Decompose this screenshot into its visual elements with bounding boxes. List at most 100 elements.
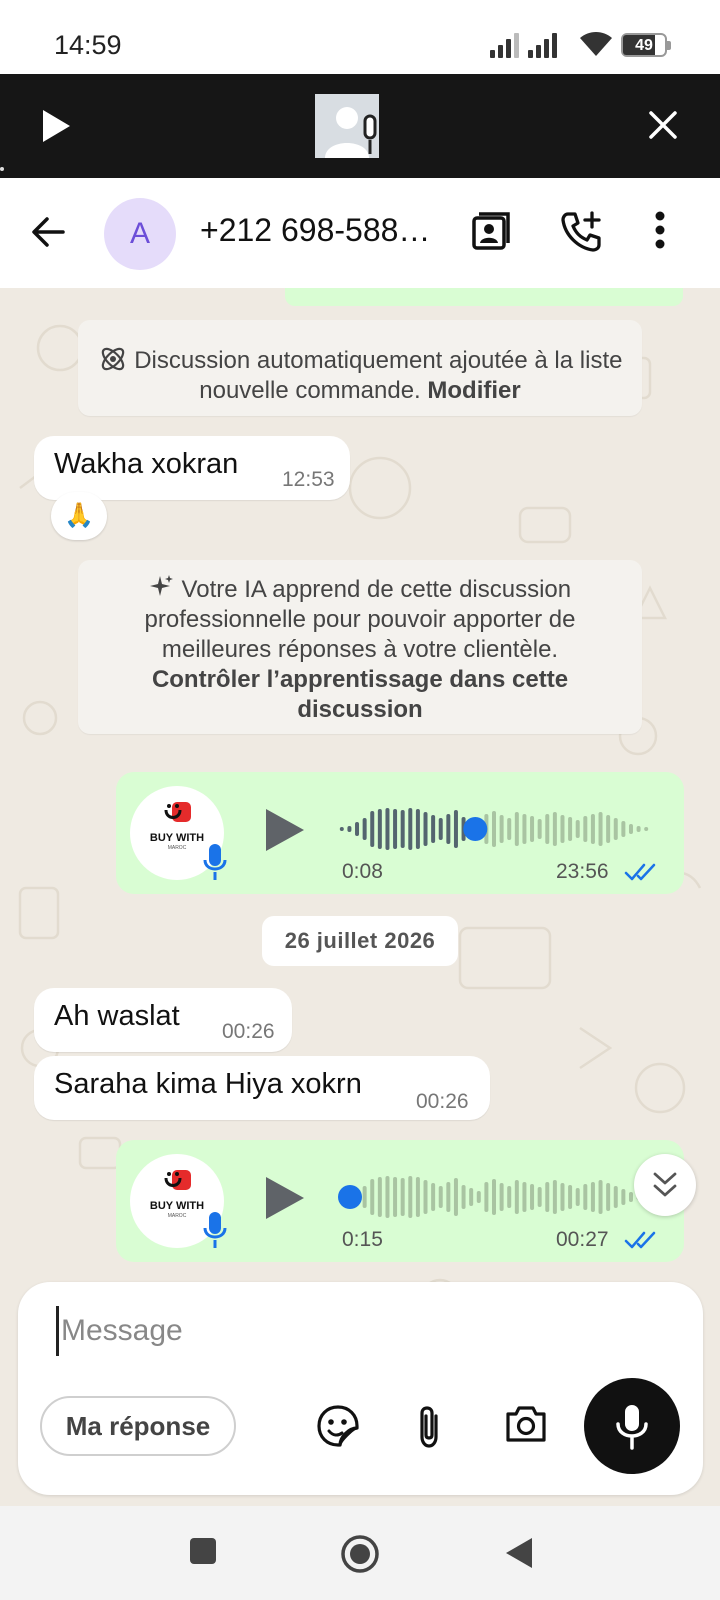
waveform-bar <box>469 1188 474 1206</box>
waveform-bar <box>385 1176 390 1218</box>
add-call-icon[interactable] <box>560 210 604 252</box>
recents-icon[interactable] <box>188 1536 218 1566</box>
waveform-bar <box>568 1185 573 1209</box>
waveform-bar <box>431 815 436 843</box>
message-time: 00:27 <box>556 1228 609 1251</box>
waveform-bar <box>446 1182 451 1212</box>
battery-icon: 49 <box>621 33 671 57</box>
waveform-bar <box>583 816 588 842</box>
learning-control-link[interactable]: Contrôler l’apprentissage dans cette dis… <box>152 666 568 723</box>
message-time: 23:56 <box>556 860 609 883</box>
more-vert-icon[interactable] <box>654 210 666 250</box>
status-time: 14:59 <box>54 30 122 60</box>
play-icon[interactable] <box>40 108 72 144</box>
message-time: 00:26 <box>416 1090 469 1113</box>
system-message-list: Discussion automatiquement ajoutée à la … <box>78 320 642 416</box>
system-message-ai: Votre IA apprend de cette discussion pro… <box>78 560 642 734</box>
waveform-bar <box>347 826 352 832</box>
waveform-bar <box>438 818 443 840</box>
waveform-bar <box>370 811 375 847</box>
record-voice-button[interactable] <box>584 1378 680 1474</box>
signal-icon <box>528 30 557 58</box>
wifi-icon <box>580 32 612 56</box>
outgoing-voice-message[interactable]: BUY WITH MAROC 0:08 23:56 <box>116 772 684 894</box>
waveform-bar <box>522 1182 527 1212</box>
waveform-bar <box>613 1186 618 1208</box>
waveform[interactable] <box>338 1170 650 1224</box>
brand-logo <box>164 802 191 822</box>
scroll-to-bottom-button[interactable] <box>634 1154 696 1216</box>
waveform-bar <box>560 815 565 843</box>
home-icon[interactable] <box>340 1534 380 1574</box>
waveform-bar <box>644 827 649 831</box>
waveform-bar <box>339 827 344 831</box>
outgoing-voice-message[interactable]: BUY WITH MAROC 0:15 00:27 <box>116 1140 684 1262</box>
incoming-message[interactable]: Saraha kima Hiya xokrn 00:26 <box>34 1056 490 1120</box>
quick-reply-button[interactable]: Ma réponse <box>40 1396 236 1456</box>
waveform[interactable] <box>338 802 650 856</box>
waveform-bar <box>423 812 428 846</box>
waveform-bar <box>598 812 603 846</box>
read-receipt-icon <box>624 863 656 881</box>
waveform-bar <box>552 812 557 846</box>
waveform-bar <box>476 1191 481 1203</box>
waveform-bar <box>606 815 611 843</box>
waveform-bar <box>393 809 398 849</box>
message-input[interactable]: Message <box>56 1306 616 1356</box>
signal-icon <box>490 30 519 58</box>
waveform-bar <box>385 808 390 850</box>
message-time: 12:53 <box>282 468 335 491</box>
waveform-bar <box>575 820 580 838</box>
waveform-bar <box>636 826 641 832</box>
voice-note-thumbnail[interactable] <box>315 94 379 158</box>
waveform-bar <box>621 821 626 837</box>
waveform-bar <box>453 810 458 848</box>
system-message-text: Votre IA apprend de cette discussion pro… <box>144 576 576 663</box>
waveform-bar <box>583 1184 588 1210</box>
chat-header: A +212 698-588… <box>0 178 720 288</box>
contact-card-icon[interactable] <box>470 210 512 252</box>
voice-play-icon[interactable] <box>262 1174 306 1222</box>
back-icon[interactable] <box>504 1536 534 1570</box>
waveform-bar <box>355 822 360 836</box>
playback-position-marker[interactable] <box>338 1185 362 1209</box>
back-arrow-icon[interactable] <box>30 214 66 250</box>
waveform-bar <box>590 1182 595 1212</box>
reaction-emoji[interactable]: 🙏 <box>51 492 107 540</box>
incoming-message[interactable]: Wakha xokran 12:53 <box>34 436 350 500</box>
waveform-bar <box>507 818 512 840</box>
waveform-bar <box>408 808 413 850</box>
mic-badge-icon <box>203 844 227 880</box>
waveform-bar <box>370 1179 375 1215</box>
voice-play-icon[interactable] <box>262 806 306 854</box>
waveform-bar <box>377 809 382 849</box>
incoming-message[interactable]: Ah waslat 00:26 <box>34 988 292 1052</box>
read-receipt-icon <box>624 1231 656 1249</box>
sparkle-icon <box>149 575 173 596</box>
waveform-bar <box>377 1177 382 1217</box>
waveform-bar <box>507 1186 512 1208</box>
waveform-bar <box>415 1177 420 1217</box>
waveform-bar <box>400 810 405 848</box>
modify-link[interactable]: Modifier <box>427 377 520 404</box>
playback-position-marker[interactable] <box>463 817 488 841</box>
waveform-bar <box>453 1178 458 1216</box>
waveform-bar <box>613 818 618 840</box>
contact-name[interactable]: +212 698-588… <box>200 212 440 249</box>
mic-icon <box>616 1405 648 1450</box>
date-separator: 26 juillet 2026 <box>262 916 458 966</box>
system-message-text: Discussion automatiquement ajoutée à la … <box>134 347 623 404</box>
sticker-icon[interactable] <box>316 1404 360 1448</box>
waveform-bar <box>552 1180 557 1214</box>
waveform-bar <box>400 1178 405 1216</box>
waveform-bar <box>415 809 420 849</box>
atom-icon <box>101 347 124 371</box>
close-icon[interactable] <box>648 110 678 140</box>
camera-icon[interactable] <box>504 1404 548 1444</box>
voice-duration: 0:08 <box>342 860 383 883</box>
waveform-bar <box>484 1182 489 1212</box>
attach-icon[interactable] <box>414 1404 444 1450</box>
contact-avatar[interactable]: A <box>104 198 176 270</box>
voice-duration: 0:15 <box>342 1228 383 1251</box>
system-nav-bar <box>0 1506 720 1600</box>
